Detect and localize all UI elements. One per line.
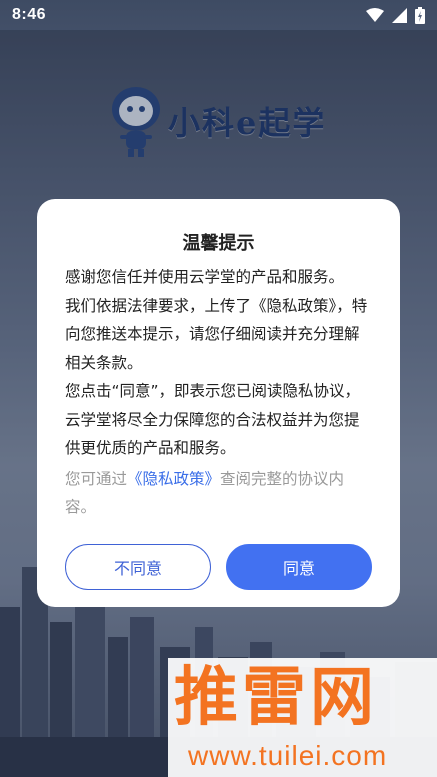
dialog-paragraph-2: 我们依据法律要求，上传了《隐私政策》，特向您推送本提示，请您仔细阅读并充分理解相… [65,296,368,372]
status-bar: 8:46 [0,0,437,30]
agree-button[interactable]: 同意 [226,544,372,590]
dialog-title: 温馨提示 [182,233,255,254]
privacy-dialog: 温馨提示 感谢您信任并使用云学堂的产品和服务。 我们依据法律要求，上传了《隐私政… [37,199,400,607]
watermark: 推雷网 www.tuilei.com [168,658,437,777]
note-prefix: 您可通过 [65,469,128,488]
privacy-policy-link[interactable]: 《隐私政策》 [127,470,220,488]
dialog-paragraph-3: 您点击“同意”，即表示您已阅读隐私协议，云学堂将尽全力保障您的合法权益并为您提供… [65,382,361,457]
watermark-url: www.tuilei.com [188,740,388,771]
disagree-button[interactable]: 不同意 [65,544,211,590]
battery-icon [415,6,425,24]
dialog-actions: 不同意 同意 [65,544,372,590]
watermark-logo-text: 推雷网 [174,661,378,735]
wifi-icon [366,8,384,22]
dialog-paragraph-1: 感谢您信任并使用云学堂的产品和服务。 [65,268,345,286]
status-time: 8:46 [12,6,47,23]
dialog-body: 感谢您信任并使用云学堂的产品和服务。 我们依据法律要求，上传了《隐私政策》，特向… [65,263,372,463]
signal-icon [392,7,407,23]
dialog-note: 您可通过《隐私政策》查阅完整的协议内容。 [65,465,372,522]
status-icons [366,6,425,24]
